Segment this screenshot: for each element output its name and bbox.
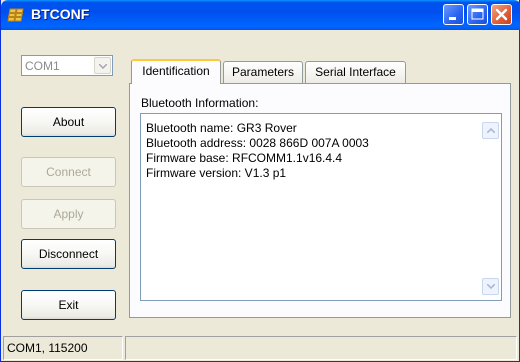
maximize-button[interactable] — [467, 4, 488, 25]
port-select-dropdown-button[interactable] — [94, 57, 111, 74]
bluetooth-info-textbox[interactable]: Bluetooth name: GR3 Rover Bluetooth addr… — [140, 113, 502, 301]
firmware-version-line: Firmware version: V1.3 p1 — [146, 166, 287, 180]
minimize-icon — [449, 17, 456, 20]
scroll-down-button[interactable] — [482, 278, 499, 295]
exit-button[interactable]: Exit — [21, 290, 116, 320]
close-button[interactable] — [491, 4, 512, 25]
status-connection: COM1, 115200 — [3, 336, 123, 360]
bluetooth-name-line: Bluetooth name: GR3 Rover — [146, 121, 297, 135]
about-button[interactable]: About — [21, 107, 116, 137]
port-select[interactable]: COM1 — [21, 55, 113, 76]
app-window: BTCONF COM1 About Connect Apply Disconne… — [0, 0, 520, 362]
close-icon — [495, 8, 508, 21]
chevron-up-icon — [487, 128, 495, 133]
chevron-down-icon — [487, 284, 495, 289]
status-bar: COM1, 115200 — [1, 333, 519, 361]
tab-parameters[interactable]: Parameters — [223, 61, 303, 83]
title-bar[interactable]: BTCONF — [1, 0, 520, 30]
bluetooth-app-icon — [7, 7, 25, 23]
scroll-up-button[interactable] — [482, 122, 499, 139]
chevron-down-icon — [99, 64, 107, 69]
apply-button[interactable]: Apply — [21, 199, 116, 229]
window-title: BTCONF — [31, 6, 90, 22]
connect-button[interactable]: Connect — [21, 157, 116, 187]
maximize-icon — [471, 8, 484, 20]
disconnect-button[interactable]: Disconnect — [21, 239, 116, 269]
tab-serial-interface[interactable]: Serial Interface — [305, 61, 406, 83]
port-select-value: COM1 — [25, 59, 60, 73]
status-message — [125, 336, 517, 360]
bluetooth-address-line: Bluetooth address: 0028 866D 007A 0003 — [146, 136, 369, 150]
minimize-button[interactable] — [443, 4, 464, 25]
bluetooth-info-label: Bluetooth Information: — [141, 96, 259, 110]
firmware-base-line: Firmware base: RFCOMM1.1v16.4.4 — [146, 151, 343, 165]
tab-identification[interactable]: Identification — [131, 59, 221, 84]
